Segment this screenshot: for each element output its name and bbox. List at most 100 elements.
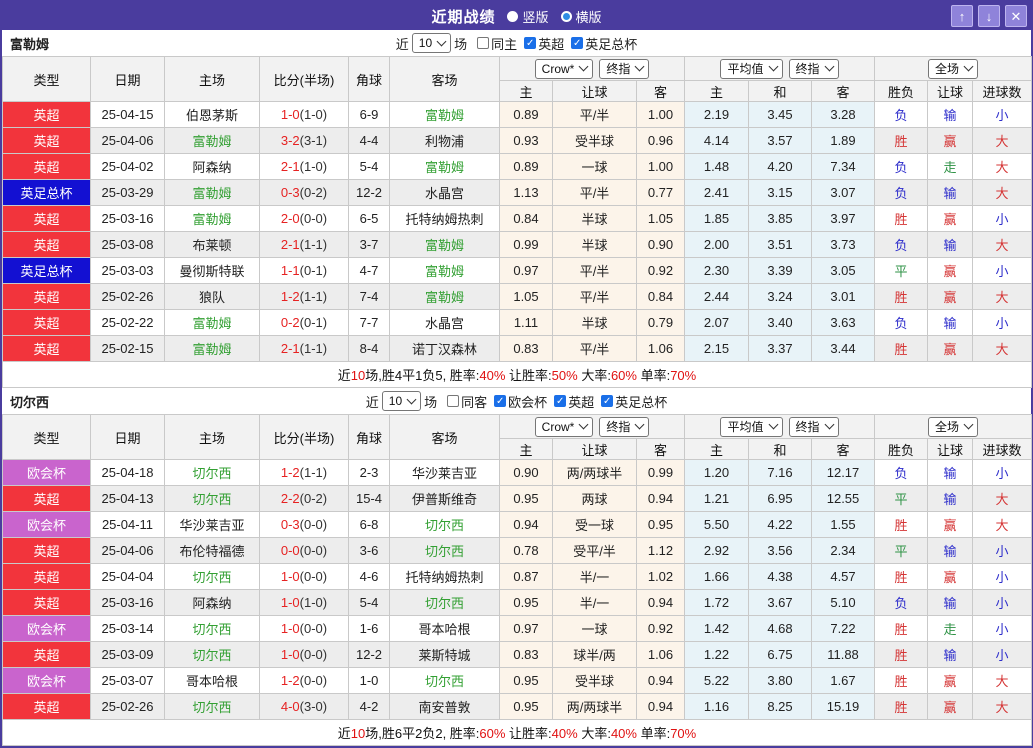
checkbox-checked-icon[interactable]: ✓ (524, 37, 537, 49)
checkbox-unchecked-icon[interactable] (477, 37, 490, 49)
away-team: 诺丁汉森林 (389, 335, 500, 362)
match-row: 英足总杯 25-03-29 富勒姆 0-3(0-2) 12-2 水晶宫 1.13 平/半 0.7… (2, 179, 1033, 206)
match-row: 英超 25-02-22 富勒姆 0-2(0-1) 7-7 水晶宫 1.11 半球 0.79 2.0… (2, 309, 1033, 336)
half-time-score: (0-0) (299, 543, 328, 558)
checkbox-checked-icon[interactable]: ✓ (494, 395, 507, 407)
handicap-result: 输 (927, 537, 974, 564)
corners: 7-7 (348, 309, 390, 336)
handicap-result: 输 (927, 589, 974, 616)
filter-checkbox-英超[interactable]: ✓ 英超 (517, 34, 564, 53)
odds-source-select[interactable]: Crow* (534, 416, 594, 437)
league-badge: 欧会杯 (2, 459, 91, 486)
avg-index-select[interactable]: 终指 (788, 58, 839, 79)
handicap-home-odds: 0.95 (499, 589, 553, 616)
handicap-line: 受半球 (552, 127, 637, 154)
half-time-score: (0-2) (299, 185, 328, 200)
filter-checkbox-英足总杯[interactable]: ✓ 英足总杯 (564, 34, 637, 53)
handicap-line: 受一球 (552, 511, 637, 538)
avg-away-odds: 3.28 (810, 101, 876, 128)
radio-selected-icon[interactable] (507, 10, 519, 22)
team-filter-bar: 富勒姆 近 10 场 同主 ✓ 英超 ✓ 英足总杯 (2, 30, 1031, 56)
handicap-home-odds: 0.87 (499, 563, 553, 590)
radio-unselected-icon[interactable] (560, 10, 572, 22)
summary-stat-value: 60% (610, 368, 637, 383)
full-time-score: 1-0 (280, 595, 300, 610)
match-count-select[interactable]: 10 (411, 33, 452, 53)
chevron-down-icon (578, 61, 589, 72)
chevron-down-icon (963, 419, 974, 430)
match-row: 英超 25-03-08 布莱顿 2-1(1-1) 3-7 富勒姆 0.99 半球 0.90 2.0… (2, 231, 1033, 258)
home-team: 哥本哈根 (164, 667, 260, 694)
avg-away-odds: 12.55 (810, 485, 876, 512)
filter-checkbox-同客[interactable]: 同客 (440, 392, 487, 411)
odds-index-value: 终指 (606, 420, 631, 434)
scroll-down-button[interactable]: ↓ (978, 5, 1000, 27)
avg-index-select[interactable]: 终指 (788, 416, 839, 437)
close-button[interactable]: ✕ (1005, 5, 1027, 27)
avg-draw-odds: 3.57 (748, 127, 812, 154)
odds-index-select[interactable]: 终指 (599, 58, 650, 79)
chevron-down-icon (824, 61, 834, 72)
handicap-home-odds: 1.13 (499, 179, 553, 206)
half-time-score: (1-1) (299, 465, 328, 480)
match-row: 英超 25-03-16 阿森纳 1-0(1-0) 5-4 切尔西 0.95 半/一 0.94 1.… (2, 589, 1033, 616)
match-result: 平 (874, 257, 929, 284)
chevron-down-icon (634, 61, 645, 72)
layout-option-vertical[interactable]: 竖版 (507, 7, 549, 26)
corners: 2-3 (348, 459, 390, 486)
match-row: 英超 25-03-16 富勒姆 2-0(0-0) 6-5 托特纳姆热刺 0.84 半球 1.05… (2, 205, 1033, 232)
away-team: 富勒姆 (389, 153, 500, 180)
avg-home-odds: 2.15 (684, 335, 749, 362)
handicap-result: 赢 (927, 693, 974, 720)
odds-index-select[interactable]: 终指 (599, 416, 650, 437)
home-team: 阿森纳 (164, 153, 260, 180)
home-team: 华沙莱吉亚 (164, 511, 260, 538)
odds-source-select[interactable]: Crow* (534, 58, 594, 79)
avg-home-odds: 2.30 (684, 257, 749, 284)
match-date: 25-04-18 (90, 459, 165, 486)
half-time-score: (1-0) (299, 159, 328, 174)
league-badge: 英超 (2, 231, 91, 258)
checkbox-checked-icon[interactable]: ✓ (571, 37, 584, 49)
avg-source-select[interactable]: 平均值 (720, 416, 783, 437)
avg-draw-odds: 3.85 (748, 205, 812, 232)
sub-header-avg-away: 客 (810, 80, 876, 102)
scope-group-header: 全场 (874, 414, 1033, 439)
checkbox-unchecked-icon[interactable] (447, 395, 460, 407)
filter-checkbox-同主[interactable]: 同主 (470, 34, 517, 53)
avg-away-odds: 3.44 (810, 335, 876, 362)
scope-group-header: 全场 (874, 56, 1033, 81)
handicap-result: 赢 (927, 127, 974, 154)
handicap-away-odds: 1.06 (636, 641, 685, 668)
avg-home-odds: 1.66 (684, 563, 749, 590)
filter-checkbox-英足总杯[interactable]: ✓ 英足总杯 (594, 392, 667, 411)
avg-source-select[interactable]: 平均值 (720, 58, 783, 79)
summary-text: 近10场,胜4平1负5, 胜率:40% 让胜率:50% 大率:60% 单率:70… (338, 368, 696, 383)
handicap-home-odds: 0.99 (499, 231, 553, 258)
handicap-line: 两/两球半 (552, 693, 637, 720)
avg-draw-odds: 3.37 (748, 335, 812, 362)
filter-checkbox-欧会杯[interactable]: ✓ 欧会杯 (487, 392, 547, 411)
half-time-score: (1-1) (299, 341, 328, 356)
goals-result: 小 (972, 101, 1033, 128)
odds-group-header: Crow* 终指 (499, 56, 685, 81)
filter-checkboxes: 同主 ✓ 英超 ✓ 英足总杯 (470, 34, 637, 53)
match-date: 25-03-16 (90, 589, 165, 616)
full-time-score: 2-0 (280, 211, 300, 226)
scope-select[interactable]: 全场 (928, 416, 979, 437)
summary-stat-label: 单率: (636, 368, 671, 383)
full-time-score: 0-2 (280, 315, 300, 330)
matches-table: 类型 日期 主场 比分(半场) 角球 客场 Crow* 终指 平均值 终指 全场… (1, 56, 1033, 388)
layout-option-horizontal[interactable]: 横版 (560, 7, 602, 26)
match-count-select[interactable]: 10 (381, 391, 422, 411)
match-date: 25-02-15 (90, 335, 165, 362)
col-header-away: 客场 (389, 414, 500, 460)
scroll-up-button[interactable]: ↑ (951, 5, 973, 27)
checkbox-checked-icon[interactable]: ✓ (554, 395, 567, 407)
league-badge: 欧会杯 (2, 511, 91, 538)
handicap-line: 平/半 (552, 101, 637, 128)
filter-checkbox-英超[interactable]: ✓ 英超 (547, 392, 594, 411)
scope-select[interactable]: 全场 (928, 58, 979, 79)
avg-draw-odds: 3.39 (748, 257, 812, 284)
checkbox-checked-icon[interactable]: ✓ (601, 395, 614, 407)
